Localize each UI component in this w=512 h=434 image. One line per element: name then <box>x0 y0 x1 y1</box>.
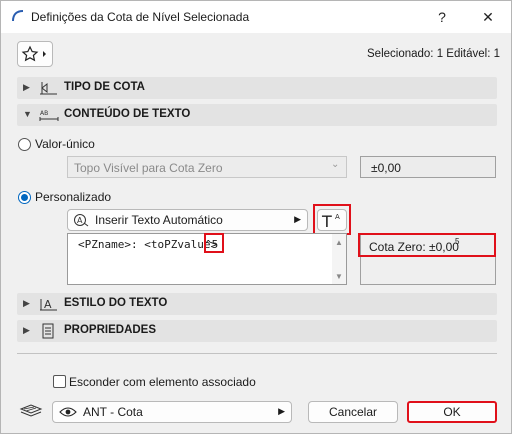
section-propriedades[interactable]: ▶ PROPRIEDADES <box>17 320 497 342</box>
valor-unico-dropdown[interactable]: Topo Visível para Cota Zero <box>67 156 347 178</box>
ok-button[interactable]: OK <box>407 401 497 423</box>
section-label: TIPO DE COTA <box>64 81 145 93</box>
auto-text-icon: A <box>74 214 89 227</box>
chevron-right-icon: ▶ <box>23 325 30 335</box>
text-field-scrollbar[interactable]: ▲ ▼ <box>332 234 346 284</box>
section-estilo-do-texto[interactable]: ▶ A ESTILO DO TEXTO <box>17 293 497 315</box>
insert-auto-text-label: Inserir Texto Automático <box>95 213 223 227</box>
scroll-down-arrow-icon[interactable]: ▼ <box>335 272 343 281</box>
layers-icon <box>19 404 43 417</box>
personalizado-label: Personalizado <box>35 190 112 204</box>
layer-dropdown-value: ANT - Cota <box>83 405 143 419</box>
valor-unico-preview: ±0,00 <box>360 156 496 178</box>
text-content-icon: AB <box>39 110 59 121</box>
chevron-right-icon: ▶ <box>23 298 30 308</box>
highlight-box <box>204 233 224 253</box>
personalizado-radio[interactable] <box>18 191 31 204</box>
selection-status: Selecionado: 1 Editável: 1 <box>367 48 500 60</box>
svg-text:A: A <box>77 216 83 225</box>
close-button[interactable]: ✕ <box>465 1 511 33</box>
level-type-icon <box>40 82 57 95</box>
section-label: PROPRIEDADES <box>64 324 157 336</box>
section-conteudo-de-texto[interactable]: ▼ AB CONTEÚDO DE TEXTO <box>17 104 497 126</box>
scroll-up-arrow-icon[interactable]: ▲ <box>335 238 343 247</box>
divider <box>17 353 497 354</box>
eye-icon <box>59 407 77 417</box>
valor-unico-dropdown-value: Topo Visível para Cota Zero <box>74 161 223 175</box>
title-bar: Definições da Cota de Nível Selecionada … <box>1 1 511 33</box>
chevron-right-icon: ▶ <box>294 214 301 224</box>
chevron-down-icon: ▼ <box>23 109 32 119</box>
custom-text-value: <PZname>: <toPZvalue> <box>78 238 218 251</box>
chevron-down-icon: ⌄ <box>331 159 340 170</box>
properties-icon <box>42 323 54 339</box>
chevron-right-icon: ▶ <box>278 406 285 416</box>
insert-auto-text-button[interactable]: A Inserir Texto Automático ▶ <box>67 209 308 231</box>
chevron-right-icon: ▶ <box>23 82 30 92</box>
layer-dropdown[interactable]: ANT - Cota ▶ <box>52 401 292 423</box>
valor-unico-label: Valor-único <box>35 137 95 151</box>
favorites-button[interactable] <box>17 41 53 67</box>
hide-with-element-checkbox[interactable] <box>53 375 66 388</box>
archicad-app-icon <box>12 10 24 22</box>
svg-text:A: A <box>44 298 52 311</box>
svg-text:AB: AB <box>40 110 48 117</box>
valor-unico-radio[interactable] <box>18 138 31 151</box>
section-label: ESTILO DO TEXTO <box>64 297 168 309</box>
star-icon <box>21 45 46 62</box>
hide-with-element-label: Esconder com elemento associado <box>69 375 256 389</box>
section-tipo-de-cota[interactable]: ▶ TIPO DE COTA <box>17 77 497 99</box>
dialog-window: Definições da Cota de Nível Selecionada … <box>0 0 512 434</box>
highlight-box <box>313 204 351 235</box>
highlight-box <box>358 233 496 257</box>
cancel-button[interactable]: Cancelar <box>308 401 398 423</box>
window-title: Definições da Cota de Nível Selecionada <box>31 10 250 24</box>
section-label: CONTEÚDO DE TEXTO <box>64 108 191 120</box>
text-style-icon: A <box>40 298 57 311</box>
help-button[interactable]: ? <box>419 1 465 33</box>
